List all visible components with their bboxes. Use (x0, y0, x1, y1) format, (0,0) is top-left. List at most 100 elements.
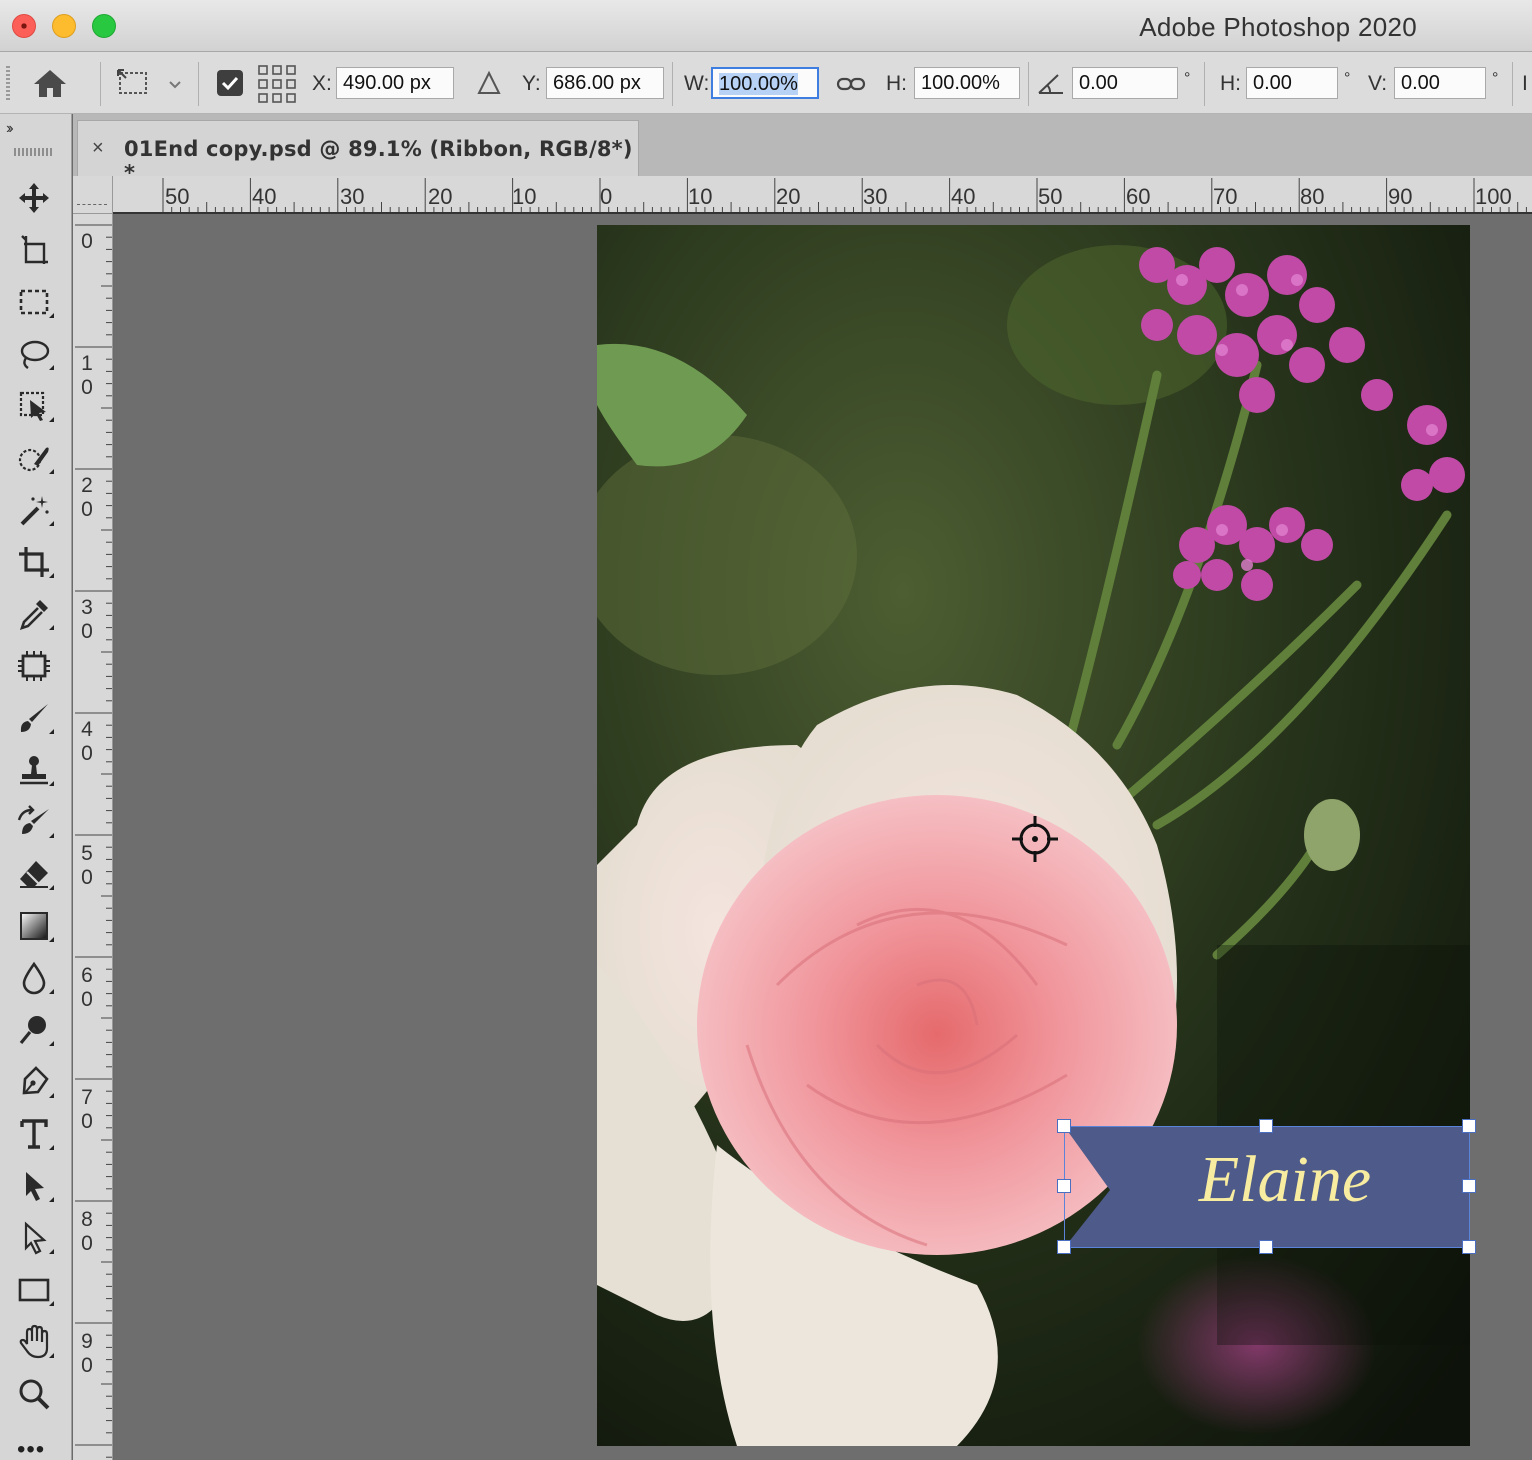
reference-point-checkbox[interactable] (216, 69, 244, 102)
document-tab[interactable]: × 01End copy.psd @ 89.1% (Ribbon, RGB/8*… (77, 120, 639, 185)
dodge-tool-icon[interactable] (12, 1010, 56, 1050)
magic-wand-tool-icon[interactable] (12, 490, 56, 530)
relative-position-icon[interactable] (476, 70, 502, 101)
expand-panel-icon[interactable]: ›› (6, 120, 13, 138)
hruler-label: 0 (600, 184, 613, 209)
skew-horizontal-field[interactable]: 0.00 (1246, 67, 1338, 99)
transform-handle-middle-left[interactable] (1057, 1179, 1071, 1193)
hruler-label: 10 (688, 184, 713, 209)
hand-tool-icon[interactable] (12, 1322, 56, 1362)
interpolation-label-truncated[interactable]: I (1522, 72, 1528, 96)
type-tool-icon[interactable] (12, 1114, 56, 1154)
skew-v-degree-symbol: ° (1492, 70, 1499, 87)
vruler-label: 90 (81, 1330, 93, 1377)
transform-handle-top-right[interactable] (1462, 1119, 1476, 1133)
hruler-label: 30 (863, 184, 888, 209)
link-icon[interactable] (836, 72, 866, 101)
hruler-label: 90 (1388, 184, 1413, 209)
tools-panel: ›› (0, 114, 72, 1460)
vruler-label: 50 (81, 842, 93, 889)
skew-h-label: H: (1220, 72, 1241, 95)
clone-stamp-tool-icon[interactable] (12, 750, 56, 790)
rectangular-marquee-tool-icon[interactable] (12, 282, 56, 322)
title-bar: Adobe Photoshop 2020 (0, 0, 1532, 52)
vruler-label: 60 (81, 964, 93, 1011)
vruler-label: 0 (81, 230, 93, 253)
path-selection-tool-icon[interactable] (12, 1166, 56, 1206)
window-close-button[interactable] (12, 14, 36, 38)
frame-tool-icon[interactable] (12, 646, 56, 686)
options-bar: X: 490.00 px Y: 686.00 px W: 100.00% H: … (0, 52, 1532, 114)
reference-point-crosshair-icon[interactable] (1010, 814, 1060, 864)
transform-handle-bottom-center[interactable] (1259, 1240, 1273, 1254)
home-icon[interactable] (30, 66, 70, 105)
crop-tool-icon[interactable] (12, 542, 56, 582)
tools-panel-grip[interactable] (14, 148, 52, 156)
width-percent-value: 100.00% (719, 73, 798, 95)
transform-handle-bottom-left[interactable] (1057, 1240, 1071, 1254)
window-zoom-button[interactable] (92, 14, 116, 38)
vruler-label: 40 (81, 718, 93, 765)
vruler-label: 70 (81, 1086, 93, 1133)
vruler-label: 10 (81, 352, 93, 399)
height-percent-field[interactable]: 100.00% (914, 67, 1020, 99)
hruler-label: 20 (776, 184, 801, 209)
hruler-label: 40 (951, 184, 976, 209)
vruler-label: 30 (81, 596, 93, 643)
height-label: H: (886, 72, 907, 95)
blur-tool-icon[interactable] (12, 958, 56, 998)
pen-tool-icon[interactable] (12, 1062, 56, 1102)
rotate-degree-symbol: ° (1184, 70, 1191, 87)
rotate-angle-field[interactable]: 0.00 (1072, 67, 1178, 99)
rectangle-tool-icon[interactable] (12, 1270, 56, 1310)
vruler-label: 80 (81, 1208, 93, 1255)
transform-handle-bottom-right[interactable] (1462, 1240, 1476, 1254)
transform-handle-top-left[interactable] (1057, 1119, 1071, 1133)
object-selection-tool-icon[interactable] (12, 386, 56, 426)
ruler-origin[interactable] (73, 176, 113, 214)
vertical-ruler[interactable]: 0 10 20 30 40 50 60 70 80 90 (73, 214, 113, 1460)
hruler-label: 60 (1126, 184, 1151, 209)
hruler-label: 30 (340, 184, 365, 209)
eraser-tool-icon[interactable] (12, 854, 56, 894)
lasso-tool-icon[interactable] (12, 334, 56, 374)
hruler-label: 20 (428, 184, 453, 209)
edit-toolbar-more-icon[interactable]: ••• (17, 1436, 45, 1460)
x-position-field[interactable]: 490.00 px (336, 67, 454, 99)
width-label: W: (684, 72, 710, 95)
skew-vertical-field[interactable]: 0.00 (1394, 67, 1486, 99)
options-bar-grip[interactable] (6, 66, 10, 100)
document-tab-strip: × 01End copy.psd @ 89.1% (Ribbon, RGB/8*… (73, 114, 1532, 185)
vruler-label: 20 (81, 474, 93, 521)
eyedropper-tool-icon[interactable] (12, 594, 56, 634)
hruler-label: 50 (165, 184, 190, 209)
width-percent-field[interactable]: 100.00% (711, 67, 819, 99)
reference-point-grid-icon[interactable] (256, 64, 298, 109)
gradient-tool-icon[interactable] (12, 906, 56, 946)
skew-v-label: V: (1368, 72, 1388, 95)
horizontal-ruler[interactable]: 50 40 30 20 10 0 10 20 30 40 50 60 70 80… (113, 176, 1532, 214)
transform-handle-top-center[interactable] (1259, 1119, 1273, 1133)
history-brush-tool-icon[interactable] (12, 802, 56, 842)
app-title: Adobe Photoshop 2020 (1139, 12, 1417, 42)
hruler-label: 100 (1475, 184, 1512, 209)
hruler-label: 10 (512, 184, 537, 209)
rotate-angle-icon (1036, 70, 1066, 101)
transform-tool-preset-icon[interactable] (114, 66, 186, 105)
hruler-label: 40 (252, 184, 277, 209)
y-label: Y: (522, 72, 541, 95)
y-position-field[interactable]: 686.00 px (546, 67, 664, 99)
window-minimize-button[interactable] (52, 14, 76, 38)
transform-handle-middle-right[interactable] (1462, 1179, 1476, 1193)
close-document-icon[interactable]: × (92, 137, 104, 160)
artboard-tool-icon[interactable] (12, 230, 56, 270)
free-transform-bounding-box[interactable] (1064, 1126, 1470, 1248)
brush-tool-icon[interactable] (12, 698, 56, 738)
move-tool-icon[interactable] (12, 178, 56, 218)
x-label: X: (312, 72, 332, 95)
hruler-label: 50 (1038, 184, 1063, 209)
quick-selection-tool-icon[interactable] (12, 438, 56, 478)
zoom-tool-icon[interactable] (12, 1374, 56, 1414)
direct-selection-tool-icon[interactable] (12, 1218, 56, 1258)
hruler-label: 80 (1300, 184, 1325, 209)
